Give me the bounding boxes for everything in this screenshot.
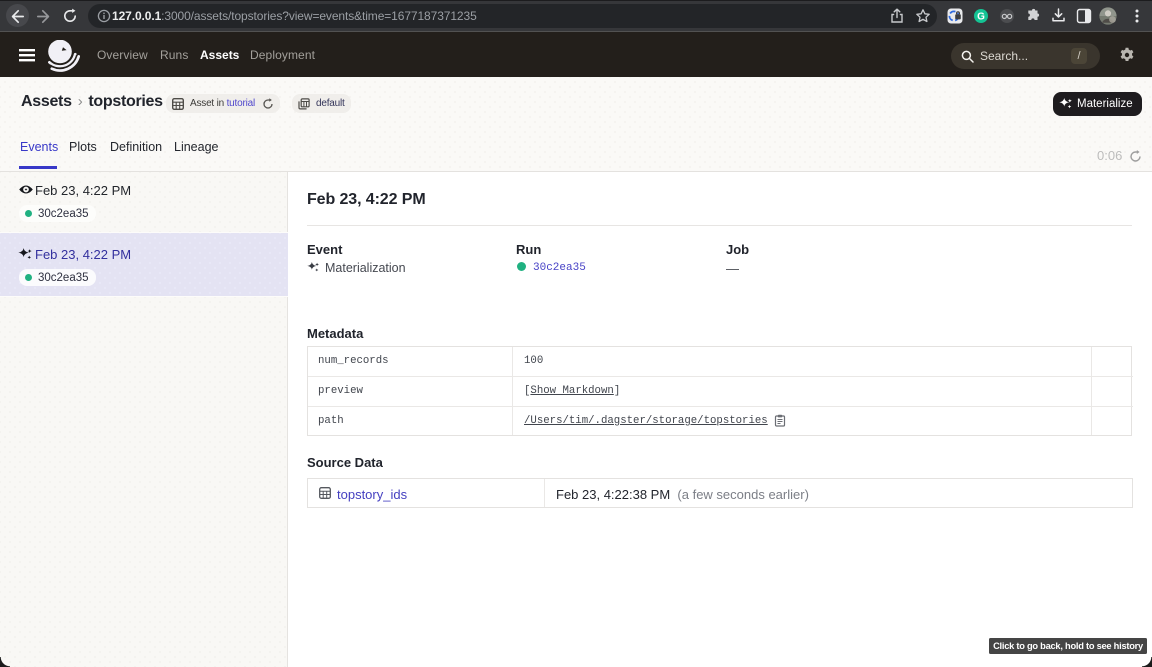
svg-text:G: G (977, 12, 985, 23)
